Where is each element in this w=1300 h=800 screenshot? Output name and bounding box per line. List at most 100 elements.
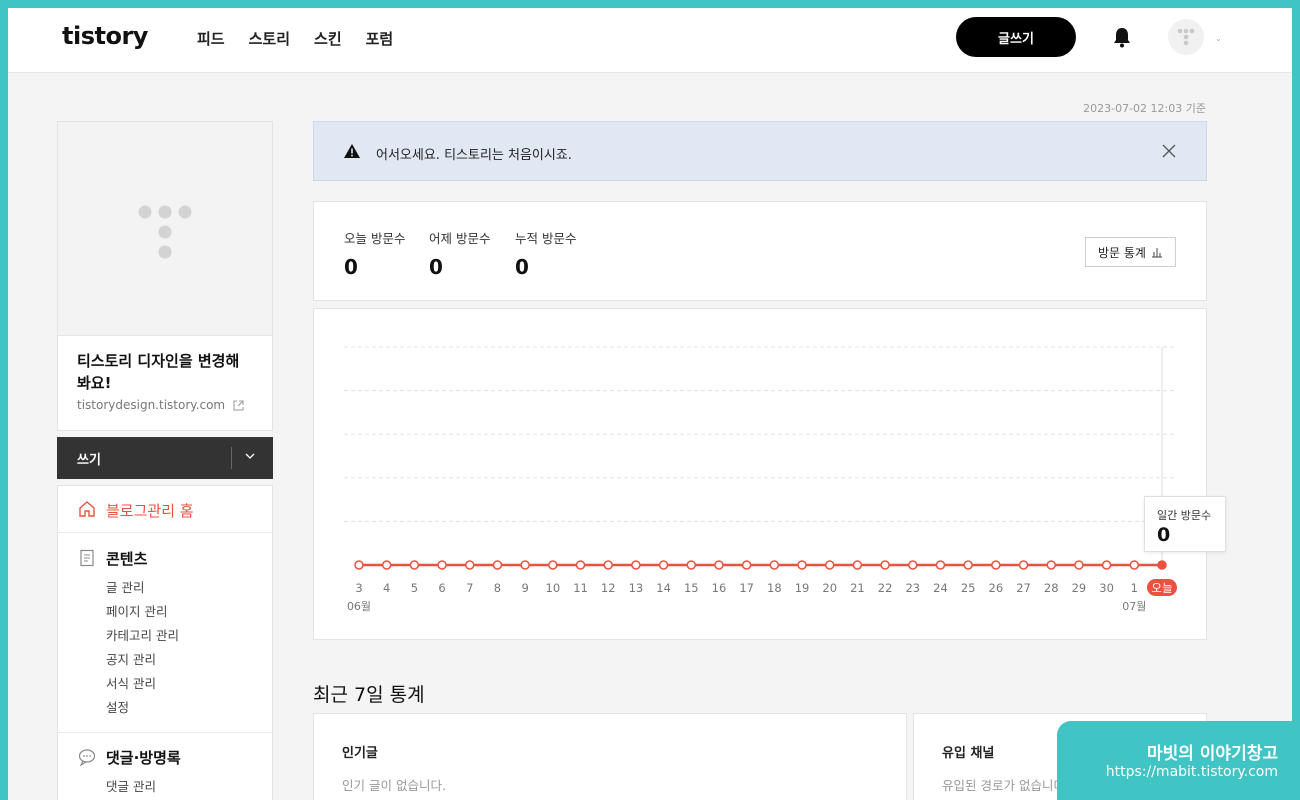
external-link-icon [233, 400, 244, 411]
chart-point [548, 560, 558, 570]
visit-stats-button[interactable]: 방문 통계 [1085, 237, 1176, 267]
chart-tick-label: 10 [546, 581, 561, 595]
chart-month-label: 07월 [1122, 600, 1146, 613]
menu-comments-title[interactable]: 댓글·방명록 [106, 747, 181, 768]
visit-stats-label: 방문 통계 [1098, 245, 1146, 260]
chart-point [908, 560, 918, 570]
menu-home-label: 블로그관리 홈 [106, 502, 194, 520]
speech-bubble-icon [78, 749, 96, 766]
chart-point [991, 560, 1001, 570]
chart-point [686, 560, 697, 570]
nav-skin[interactable]: 스킨 [314, 28, 342, 49]
blog-url-text: tistorydesign.tistory.com [77, 398, 226, 412]
page-frame: tistory 피드 스토리 스킨 포럼 글쓰기 ⌄ 2023-07-02 12… [8, 8, 1292, 800]
today-visits: 오늘 방문수 0 [344, 228, 405, 279]
chart-point [465, 560, 475, 570]
chart-tick-label: 22 [878, 581, 893, 595]
menu-comment-manage[interactable]: 댓글 관리 [106, 776, 156, 795]
chart-tick-label: 7 [466, 581, 473, 595]
chart-tick-label: 3 [355, 581, 362, 595]
chart-point [1157, 560, 1167, 570]
write-bar-divider [231, 447, 232, 469]
chart-point [658, 560, 669, 570]
menu-post-manage[interactable]: 글 관리 [106, 577, 144, 596]
global-nav: 피드 스토리 스킨 포럼 [197, 28, 393, 49]
blog-title[interactable]: 티스토리 디자인을 변경해 봐요! [77, 350, 257, 394]
menu-home[interactable]: 블로그관리 홈 [58, 486, 272, 533]
yesterday-visits: 어제 방문수 0 [429, 228, 490, 279]
chart-tooltip: 일간 방문수 0 [1144, 496, 1226, 552]
close-icon[interactable] [1162, 144, 1176, 158]
chart-point [603, 560, 613, 570]
chart-tick-label: 23 [905, 581, 920, 595]
chart-tick-label: 9 [521, 581, 528, 595]
visit-summary: 오늘 방문수 0 어제 방문수 0 누적 방문수 0 방문 통계 [313, 201, 1207, 301]
chart-tick-label: 19 [795, 581, 810, 595]
chart-tick-label: 12 [601, 581, 616, 595]
chart-point [1074, 560, 1084, 570]
inflow-channel-empty: 유입된 경로가 없습니다 [942, 778, 1065, 793]
blog-card: 티스토리 디자인을 변경해 봐요! tistorydesign.tistory.… [57, 121, 273, 431]
write-bar-label: 쓰기 [77, 453, 101, 468]
chart-point [631, 560, 641, 570]
chart-tick-label: 28 [1044, 581, 1059, 595]
chart-tick-label: 11 [573, 581, 588, 595]
chart-point [381, 560, 392, 570]
chart-tick-label: 21 [850, 581, 865, 595]
write-post-button[interactable]: 글쓰기 [956, 17, 1076, 57]
chart-tick-label: 25 [961, 581, 976, 595]
chart-tick-label: 8 [494, 581, 501, 595]
popular-posts-panel: 인기글 인기 글이 없습니다. [313, 713, 907, 800]
chart-point [1101, 560, 1112, 570]
chevron-down-icon[interactable] [243, 449, 257, 463]
menu-notice-manage[interactable]: 공지 관리 [106, 649, 156, 668]
nav-forum[interactable]: 포럼 [366, 28, 394, 49]
tistory-mark-icon [1177, 28, 1195, 46]
blog-watermark: 마빗의 이야기창고 https://mabit.tistory.com [1057, 721, 1300, 800]
chart-point [1018, 560, 1029, 570]
chart-tick-label: 13 [629, 581, 644, 595]
menu-divider [58, 732, 272, 733]
chart-tick-label: 15 [684, 581, 699, 595]
chart-svg: 3 4 5 6 7 8 9 10 11 12 13 14 15 16 17 18 19 20 21 22 23 24 25 2… [344, 346, 1177, 613]
avatar-caret-icon[interactable]: ⌄ [1215, 34, 1222, 43]
chart-month-label: 06월 [347, 600, 371, 613]
nav-story[interactable]: 스토리 [249, 28, 290, 49]
popular-posts-empty: 인기 글이 없습니다. [342, 778, 446, 793]
document-icon [80, 549, 94, 567]
menu-settings[interactable]: 설정 [106, 697, 129, 716]
chart-point [935, 560, 946, 570]
today-visits-label: 오늘 방문수 [344, 231, 406, 246]
nav-feed[interactable]: 피드 [197, 28, 225, 49]
chart-point [880, 560, 890, 570]
today-visits-value: 0 [344, 255, 358, 279]
chart-tick-label: 30 [1099, 581, 1114, 595]
popular-posts-title: 인기글 [342, 746, 378, 761]
welcome-notice: 어서오세요. 티스토리는 처음이시죠. [313, 121, 1207, 181]
chart-tick-label: 오늘 [1151, 581, 1172, 595]
chart-point [824, 560, 835, 570]
tistory-logo[interactable]: tistory [62, 22, 148, 50]
blog-url-link[interactable]: tistorydesign.tistory.com [77, 398, 244, 412]
write-dropdown-bar[interactable]: 쓰기 [57, 437, 273, 479]
total-visits-label: 누적 방문수 [515, 231, 577, 246]
chart-tick-label: 16 [712, 581, 727, 595]
chart-point [797, 560, 807, 570]
chart-tick-label: 1 [1131, 581, 1138, 595]
chart-point [1129, 560, 1140, 570]
menu-category-manage[interactable]: 카테고리 관리 [106, 625, 179, 644]
tistory-mark-icon [138, 205, 192, 259]
top-header: tistory 피드 스토리 스킨 포럼 글쓰기 ⌄ [8, 8, 1292, 73]
chart-point [963, 560, 973, 570]
chart-tick-label: 18 [767, 581, 782, 595]
menu-content-title[interactable]: 콘텐츠 [106, 548, 147, 569]
chart-tick-label: 24 [933, 581, 948, 595]
side-menu: 블로그관리 홈 콘텐츠 글 관리 페이지 관리 카테고리 관리 공지 관리 서식… [57, 485, 273, 800]
avatar[interactable] [1168, 19, 1204, 55]
menu-template-manage[interactable]: 서식 관리 [106, 673, 156, 692]
inflow-channel-title: 유입 채널 [942, 746, 995, 761]
notice-text: 어서오세요. 티스토리는 처음이시죠. [376, 148, 572, 163]
blog-thumbnail[interactable] [58, 122, 272, 336]
bell-icon[interactable] [1112, 26, 1132, 48]
menu-page-manage[interactable]: 페이지 관리 [106, 601, 167, 620]
